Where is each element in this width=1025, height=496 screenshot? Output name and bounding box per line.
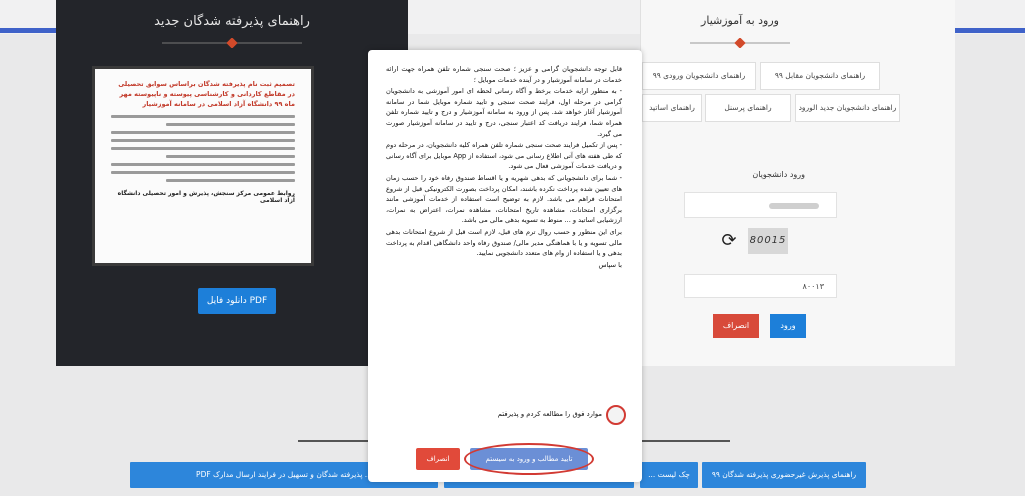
refresh-captcha-icon[interactable]: ⟳ [719, 231, 739, 251]
notice-text-line [111, 163, 295, 166]
terms-paragraph: قابل توجه دانشجویان گرامی و عزیز ؛ صحت س… [386, 65, 622, 84]
top-accent-stripe-right [955, 28, 1025, 33]
tab-guide-new-students[interactable]: راهنمای دانشجویان جدید الورود [795, 94, 900, 122]
username-field[interactable] [684, 192, 837, 218]
login-title-divider-icon [690, 38, 790, 48]
login-panel [640, 0, 955, 366]
terms-text: قابل توجه دانشجویان گرامی و عزیز ؛ صحت س… [386, 64, 622, 271]
terms-paragraph: - شما برای دانشجویانی که بدهی شهریه و یا… [386, 173, 622, 225]
notice-text-line [111, 171, 295, 174]
tab-guide-staff[interactable]: راهنمای پرسنل [705, 94, 791, 122]
notice-footer: روابط عمومی مرکز سنجش، پذیرش و امور تحصی… [117, 190, 295, 204]
modal-cancel-button[interactable]: انصراف [416, 448, 460, 470]
notice-heading: تصمیم ثبت نام پذیرفته شدگان براساس سوابق… [118, 80, 295, 108]
bottom-link-guide-99[interactable]: راهنمای پذیرش غیرحضوری پذیرفته شدگان ۹۹ [702, 462, 866, 488]
redacted-value [769, 203, 819, 209]
notice-text-line [166, 123, 295, 126]
download-pdf-button[interactable]: دانلود فایل PDF [198, 288, 276, 314]
terms-paragraph: - به منظور ارایه خدمات برخط و آگاه رسانی… [386, 87, 622, 138]
tab-guide-entrants-99[interactable]: راهنمای دانشجویان ورودی ۹۹ [642, 62, 756, 90]
captcha-input[interactable]: ۸۰۰۱۳ [684, 274, 837, 298]
tab-guide-continuing-99[interactable]: راهنمای دانشجویان مقابل ۹۹ [760, 62, 880, 90]
title-divider-icon [162, 38, 302, 48]
captcha-image: 80015 [748, 228, 788, 254]
notice-text-line [166, 179, 295, 182]
notice-text-line [111, 147, 295, 150]
notice-text-line [111, 131, 295, 134]
student-login-label: ورود دانشجویان [752, 170, 805, 179]
new-admissions-title: راهنمای پذیرفته شدگان جدید [154, 14, 310, 29]
tab-guide-professors[interactable]: راهنمای اساتید [642, 94, 702, 122]
top-accent-stripe-left [0, 28, 56, 33]
bottom-link-checklist[interactable]: چک لیست ... [640, 462, 698, 488]
terms-paragraph: - پس از تکمیل فرایند صحت سنجی شماره تلفن… [386, 141, 622, 171]
notice-text-line [111, 139, 295, 142]
notice-text-line [166, 155, 295, 158]
notice-text-line [111, 115, 295, 118]
accept-terms-checkbox[interactable] [606, 405, 626, 425]
notice-image: تصمیم ثبت نام پذیرفته شدگان براساس سوابق… [92, 66, 314, 266]
terms-paragraph: برای این منظور و حسب روال ترم های قبل، ل… [386, 227, 622, 258]
accept-terms-label: موارد فوق را مطالعه کردم و پذیرفتم [497, 410, 602, 418]
login-enter-button[interactable]: ورود [770, 314, 806, 338]
login-title: ورود به آموزشیار [701, 14, 779, 27]
terms-paragraph: با سپاس [598, 260, 622, 269]
highlight-ring [464, 443, 594, 475]
login-cancel-button[interactable]: انصراف [713, 314, 759, 338]
